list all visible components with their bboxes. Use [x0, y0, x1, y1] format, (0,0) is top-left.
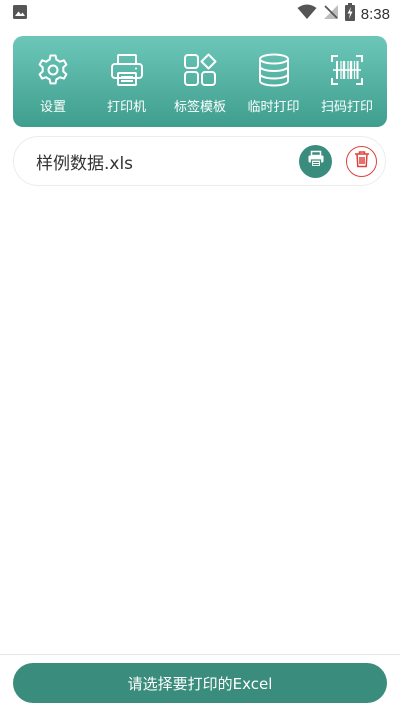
toolbar-item-scan-print[interactable]: 扫码打印 — [311, 36, 383, 127]
print-file-button[interactable] — [299, 144, 332, 178]
status-right: 8:38 — [297, 3, 390, 25]
status-left — [12, 4, 28, 24]
database-icon — [256, 52, 292, 92]
delete-file-button[interactable] — [346, 145, 377, 177]
battery-charging-icon — [344, 3, 355, 25]
toolbar-item-settings[interactable]: 设置 — [17, 36, 89, 127]
toolbar-item-temporary-print[interactable]: 临时打印 — [238, 36, 310, 127]
printer-icon — [307, 150, 325, 172]
select-excel-button[interactable]: 请选择要打印的Excel — [13, 663, 387, 703]
template-grid-icon — [182, 52, 218, 92]
file-name: 样例数据.xls — [36, 153, 134, 174]
file-list-item[interactable]: 样例数据.xls — [13, 136, 386, 186]
toolbar-item-label: 设置 — [39, 100, 66, 115]
printer-icon — [109, 52, 145, 92]
image-notification-icon — [12, 4, 28, 24]
toolbar-item-label: 打印机 — [106, 100, 146, 115]
barcode-scan-icon — [329, 52, 365, 92]
toolbar-item-label-template[interactable]: 标签模板 — [164, 36, 236, 127]
bottom-divider — [0, 654, 400, 655]
trash-icon — [354, 150, 370, 172]
main-toolbar: 设置 打印机 标签模板 临时打印 扫码打印 — [13, 36, 387, 127]
toolbar-item-label: 临时打印 — [247, 100, 300, 115]
toolbar-item-label: 标签模板 — [173, 100, 226, 115]
status-bar: 8:38 — [0, 0, 400, 28]
wifi-icon — [297, 4, 317, 24]
toolbar-item-label: 扫码打印 — [320, 100, 373, 115]
status-time: 8:38 — [360, 5, 390, 23]
no-signal-icon — [323, 4, 339, 24]
gear-icon — [35, 52, 71, 92]
toolbar-item-printer[interactable]: 打印机 — [91, 36, 163, 127]
